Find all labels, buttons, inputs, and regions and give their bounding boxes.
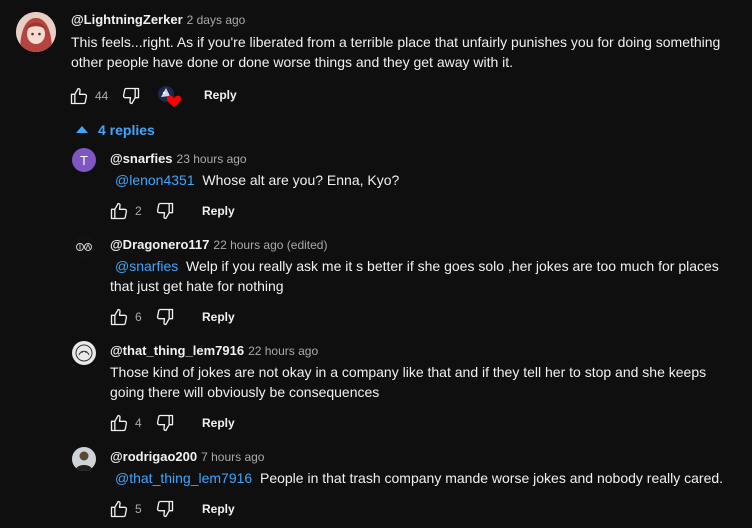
dislike-button[interactable] <box>155 413 175 433</box>
comment-timestamp[interactable]: 22 hours ago <box>248 344 318 358</box>
like-button[interactable] <box>109 201 129 221</box>
like-button[interactable] <box>109 499 129 519</box>
heart-icon <box>167 95 181 107</box>
dislike-button[interactable] <box>155 201 175 221</box>
comment-timestamp[interactable]: 22 hours ago (edited) <box>213 238 327 252</box>
comment-text: @lenon4351 Whose alt are you? Enna, Kyo? <box>115 172 400 188</box>
reply-button[interactable]: Reply <box>204 88 237 102</box>
mention-link[interactable]: @lenon4351 <box>115 172 195 188</box>
avatar-letter: T <box>80 152 88 168</box>
like-count: 2 <box>135 204 142 218</box>
reply-button[interactable]: Reply <box>202 502 235 516</box>
avatar[interactable] <box>72 447 96 471</box>
comment-text: This feels...right. As if you're liberat… <box>71 34 721 70</box>
avatar[interactable] <box>72 341 96 365</box>
reply-button[interactable]: Reply <box>202 310 235 324</box>
comment-text: @that_thing_lem7916 People in that trash… <box>115 470 724 486</box>
thumbs-up-icon <box>110 414 128 432</box>
avatar[interactable]: T <box>72 148 96 172</box>
reply-button[interactable]: Reply <box>202 204 235 218</box>
dislike-button[interactable] <box>155 499 175 519</box>
mention-link[interactable]: @that_thing_lem7916 <box>115 470 252 486</box>
comment-text: @snarfies Welp if you really ask me it s… <box>110 258 719 294</box>
thumbs-up-icon <box>110 202 128 220</box>
comment-timestamp[interactable]: 2 days ago <box>187 13 246 27</box>
like-button[interactable] <box>109 413 129 433</box>
comment-author[interactable]: @Dragonero117 <box>110 237 209 252</box>
caret-up-icon <box>76 126 88 133</box>
comment-author[interactable]: @that_thing_lem7916 <box>110 343 244 358</box>
thumbs-down-icon <box>156 202 174 220</box>
like-count: 5 <box>135 502 142 516</box>
like-count: 6 <box>135 310 142 324</box>
thumbs-down-icon <box>156 500 174 518</box>
mention-link[interactable]: @snarfies <box>115 258 178 274</box>
like-count: 44 <box>95 89 109 103</box>
reply-button[interactable]: Reply <box>202 416 235 430</box>
thumbs-up-icon <box>110 308 128 326</box>
comment-author[interactable]: @LightningZerker <box>71 12 183 27</box>
creator-heart-badge <box>157 85 181 109</box>
comment-text: Those kind of jokes are not okay in a co… <box>110 364 707 400</box>
avatar[interactable] <box>72 235 96 259</box>
like-button[interactable] <box>69 86 89 106</box>
thumbs-up-icon <box>70 87 88 105</box>
thumbs-down-icon <box>156 308 174 326</box>
dislike-button[interactable] <box>121 86 141 106</box>
thumbs-up-icon <box>110 500 128 518</box>
replies-toggle[interactable]: 4 replies <box>76 122 155 138</box>
thumbs-down-icon <box>122 87 140 105</box>
dislike-button[interactable] <box>155 307 175 327</box>
replies-count: 4 replies <box>98 122 155 138</box>
comment-author[interactable]: @rodrigao200 <box>110 449 197 464</box>
avatar[interactable] <box>16 12 56 52</box>
comment-timestamp[interactable]: 7 hours ago <box>201 450 264 464</box>
like-count: 4 <box>135 416 142 430</box>
comment-author[interactable]: @snarfies <box>110 151 173 166</box>
like-button[interactable] <box>109 307 129 327</box>
thumbs-down-icon <box>156 414 174 432</box>
comment-timestamp[interactable]: 23 hours ago <box>177 152 247 166</box>
